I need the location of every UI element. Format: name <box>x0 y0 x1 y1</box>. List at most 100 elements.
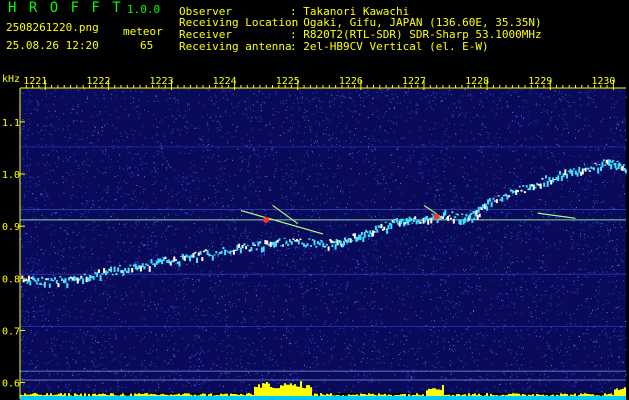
noise-speck <box>336 250 338 252</box>
noise-speck <box>162 280 164 282</box>
noise-speck <box>280 253 282 255</box>
noise-speck <box>62 127 64 129</box>
noise-speck <box>103 292 104 294</box>
noise-speck <box>138 250 140 252</box>
noise-speck <box>303 132 305 134</box>
noise-speck <box>514 312 516 314</box>
noise-speck <box>30 257 32 259</box>
noise-speck <box>424 211 426 213</box>
noise-speck <box>232 206 234 208</box>
noise-speck <box>211 145 213 147</box>
noise-speck <box>565 383 567 385</box>
noise-speck <box>439 200 441 202</box>
noise-speck <box>202 315 204 316</box>
noise-speck <box>506 105 508 107</box>
noise-speck <box>528 124 530 126</box>
noise-speck <box>599 374 601 376</box>
noise-speck <box>444 246 445 248</box>
noise-speck <box>401 269 403 271</box>
noise-speck <box>142 236 144 238</box>
noise-speck <box>73 333 75 335</box>
noise-speck <box>127 151 129 153</box>
noise-speck <box>453 185 455 187</box>
noise-speck <box>410 161 412 163</box>
noise-speck <box>609 267 611 269</box>
noise-speck <box>99 294 101 296</box>
noise-speck <box>364 316 366 318</box>
noise-speck <box>429 328 431 330</box>
noise-speck <box>217 178 218 180</box>
noise-speck <box>374 341 376 343</box>
noise-speck <box>241 138 243 140</box>
noise-speck <box>287 93 289 95</box>
noise-speck <box>225 109 227 111</box>
noise-speck <box>174 248 175 250</box>
noise-speck <box>529 90 531 92</box>
noise-speck <box>330 267 332 269</box>
noise-speck <box>290 120 292 122</box>
noise-speck <box>337 293 339 295</box>
noise-speck <box>323 363 325 365</box>
noise-speck <box>138 246 140 248</box>
noise-speck <box>202 115 204 117</box>
noise-speck <box>141 207 143 209</box>
noise-speck <box>560 196 562 197</box>
noise-speck <box>568 190 570 192</box>
noise-speck <box>619 216 621 218</box>
noise-speck <box>330 137 332 139</box>
noise-speck <box>29 176 31 178</box>
noise-speck <box>471 249 473 251</box>
noise-speck <box>173 169 175 171</box>
noise-speck <box>391 162 393 164</box>
noise-speck <box>48 292 50 294</box>
noise-speck <box>466 95 468 97</box>
noise-speck <box>578 92 580 94</box>
noise-speck <box>571 385 573 387</box>
noise-speck <box>260 254 262 256</box>
noise-speck <box>465 363 467 364</box>
noise-speck <box>424 163 426 165</box>
noise-speck <box>566 262 568 264</box>
noise-speck <box>363 250 365 251</box>
noise-speck <box>593 351 595 353</box>
noise-speck <box>592 217 594 219</box>
noise-speck <box>444 93 445 95</box>
noise-speck <box>610 336 611 338</box>
noise-speck <box>29 158 31 160</box>
noise-speck <box>106 213 108 215</box>
noise-speck <box>508 349 510 351</box>
noise-speck <box>348 235 349 237</box>
noise-speck <box>568 335 570 337</box>
noise-speck <box>549 303 551 305</box>
noise-speck <box>154 181 156 183</box>
noise-speck <box>500 170 502 172</box>
noise-speck <box>474 337 476 339</box>
noise-speck <box>384 112 386 114</box>
noise-speck <box>344 312 346 314</box>
noise-speck <box>383 116 385 118</box>
noise-speck <box>431 257 433 259</box>
noise-speck <box>397 188 399 189</box>
noise-speck <box>615 244 617 246</box>
noise-speck <box>524 208 526 210</box>
noise-speck <box>185 246 186 248</box>
noise-speck <box>625 140 627 142</box>
noise-speck <box>276 382 278 384</box>
noise-speck <box>241 215 242 217</box>
noise-speck <box>262 181 264 183</box>
noise-speck <box>582 212 584 213</box>
noise-speck <box>468 286 470 287</box>
noise-speck <box>215 177 217 179</box>
noise-speck <box>547 331 549 333</box>
noise-speck <box>126 136 128 138</box>
noise-speck <box>471 356 473 358</box>
noise-speck <box>31 236 32 238</box>
noise-speck <box>232 124 233 126</box>
noise-speck <box>238 253 240 255</box>
noise-speck <box>357 278 359 280</box>
noise-speck <box>64 272 65 274</box>
noise-speck <box>119 269 121 271</box>
noise-speck <box>394 251 396 253</box>
noise-speck <box>76 210 77 212</box>
noise-speck <box>93 358 95 360</box>
